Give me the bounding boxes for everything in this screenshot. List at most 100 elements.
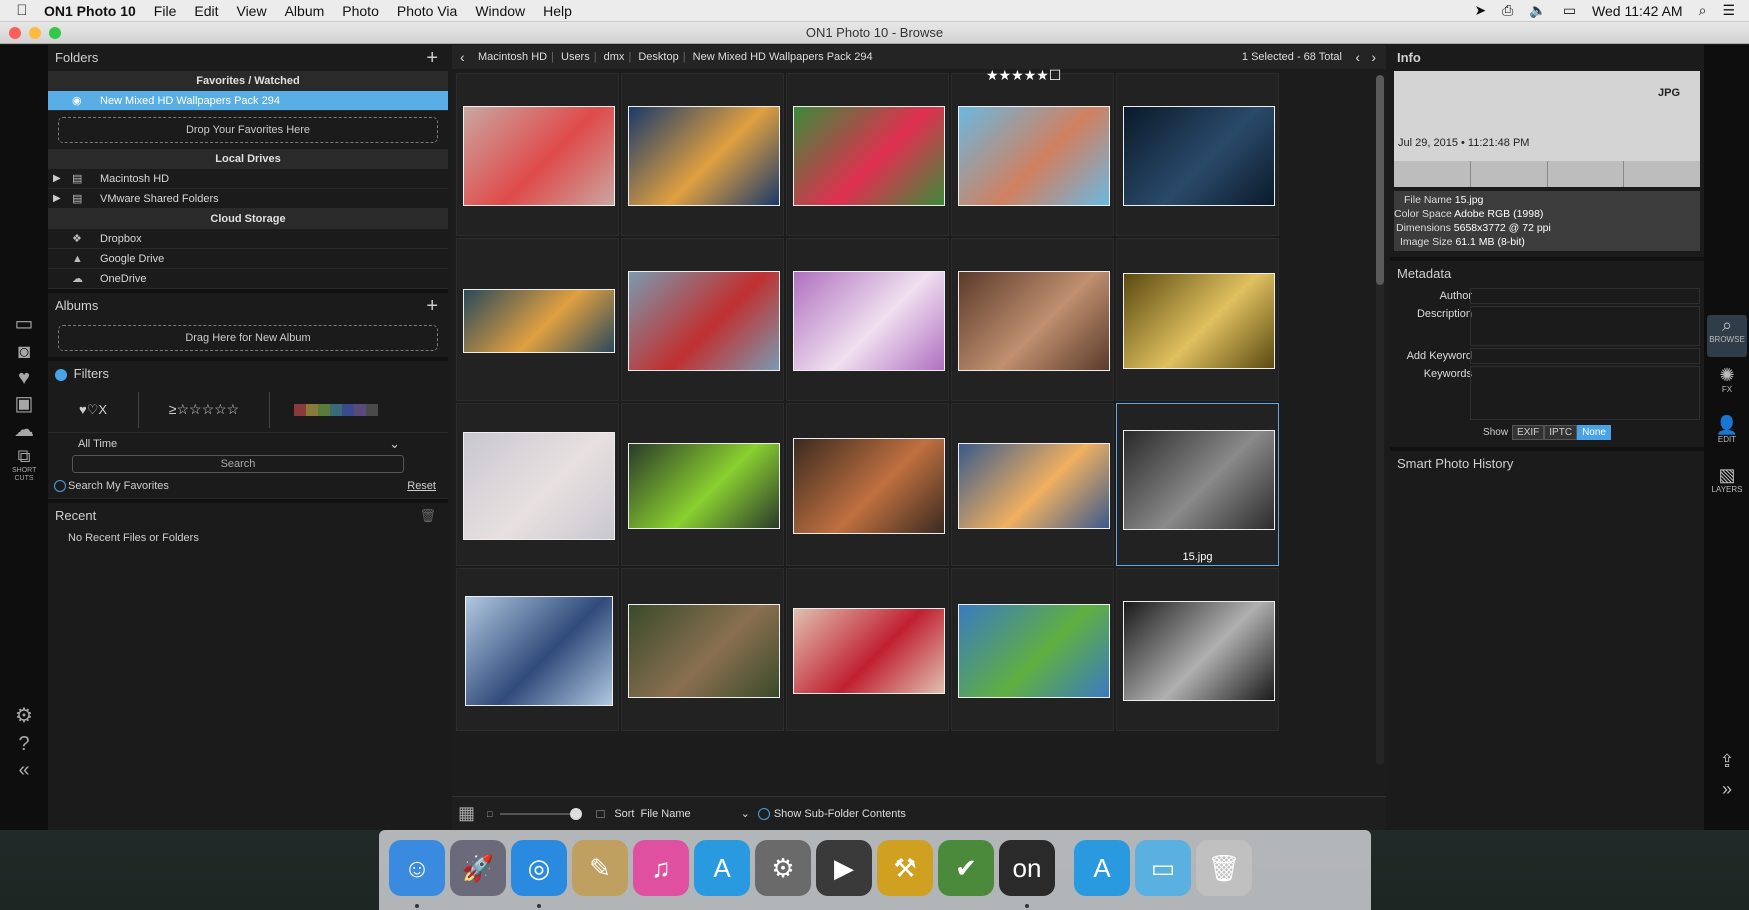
cloud-item[interactable]: ☁ OneDrive [48, 269, 448, 289]
thumbnail-cell[interactable] [621, 73, 784, 236]
reset-link[interactable]: Reset [407, 473, 436, 499]
thumbnail-image[interactable] [792, 270, 945, 371]
browse-tool[interactable]: ⌕ BROWSE [1707, 315, 1747, 357]
breadcrumb-item[interactable]: Desktop [638, 51, 678, 63]
thumbnail-image[interactable] [627, 270, 780, 371]
thumbnail-cell[interactable] [621, 568, 784, 731]
apple-icon[interactable]:  [0, 2, 44, 19]
add-album-button[interactable]: + [426, 293, 438, 319]
close-button[interactable] [9, 27, 21, 39]
tab-exif[interactable]: EXIF [1512, 424, 1545, 440]
drive-item[interactable]: ▶ ▤ VMware Shared Folders [48, 189, 448, 209]
dock-finder-icon[interactable]: ☺ [389, 840, 445, 896]
author-field[interactable] [1470, 288, 1700, 304]
subfolder-radio[interactable] [757, 807, 770, 820]
breadcrumb-item[interactable]: New Mixed HD Wallpapers Pack 294 [693, 51, 873, 63]
thumbnail-size-slider[interactable] [500, 807, 583, 820]
dock-launchpad-icon[interactable]: 🚀 [450, 840, 506, 896]
menu-photo-via[interactable]: Photo Via [397, 3, 457, 19]
thumbnail-image[interactable] [627, 603, 780, 698]
breadcrumb-item[interactable]: Macintosh HD [478, 51, 547, 63]
thumbnail-image[interactable] [1122, 600, 1275, 701]
search-favorites-radio[interactable] [54, 480, 66, 492]
new-album-drop-zone[interactable]: Drag Here for New Album [58, 325, 438, 351]
volume-icon[interactable]: 🔈 [1529, 2, 1546, 19]
thumbnail-cell[interactable] [951, 403, 1114, 566]
vertical-scrollbar[interactable] [1376, 75, 1384, 765]
chevron-down-icon[interactable]: ⌄ [741, 807, 750, 820]
color-swatch[interactable] [366, 403, 378, 416]
rating-filter[interactable]: ≥☆☆☆☆☆ [139, 401, 269, 418]
menu-photo[interactable]: Photo [342, 3, 379, 19]
dock-camera-icon[interactable]: ▶ [816, 840, 872, 896]
sort-select[interactable]: File Name [641, 808, 691, 820]
thumbnail-image[interactable] [792, 105, 945, 206]
list-icon[interactable]: ☰ [1722, 2, 1735, 19]
printer-icon[interactable]: ⎙ [1502, 2, 1513, 19]
tab-none[interactable]: None [1577, 424, 1611, 440]
monitor-icon[interactable]: ▭ [12, 313, 36, 335]
add-keyword-field[interactable] [1470, 348, 1700, 364]
dock-preview-icon[interactable]: ✎ [572, 840, 628, 896]
thumbnail-image[interactable] [1122, 105, 1275, 206]
thumbnail-image[interactable] [464, 595, 613, 706]
minimize-button[interactable] [29, 27, 41, 39]
thumbnail-cell[interactable] [456, 568, 619, 731]
flag-filter[interactable]: ♥♡X [48, 402, 138, 418]
thumbnail-cell[interactable] [951, 568, 1114, 731]
menu-view[interactable]: View [236, 3, 266, 19]
trash-icon[interactable]: 🗑 [419, 503, 436, 529]
menu-edit[interactable]: Edit [194, 3, 218, 19]
thumbnail-cell[interactable] [456, 73, 619, 236]
disclosure-icon[interactable]: ▶ [53, 189, 61, 209]
scrollbar-thumb[interactable] [1376, 75, 1384, 285]
layers-tool[interactable]: ▧ LAYERS [1707, 465, 1747, 507]
display-icon[interactable]: ▭ [1563, 2, 1576, 19]
color-swatch[interactable] [354, 403, 366, 416]
thumbnail-image[interactable] [462, 288, 615, 353]
menu-help[interactable]: Help [543, 3, 572, 19]
collapse-left-icon[interactable]: « [12, 759, 36, 781]
dock-app-store-2-icon[interactable]: A [1074, 840, 1130, 896]
drop-favorites-zone[interactable]: Drop Your Favorites Here [58, 117, 438, 143]
thumbnail-cell[interactable] [951, 73, 1114, 236]
thumbnail-image[interactable] [1122, 272, 1275, 369]
export-icon[interactable]: ⇪ [1707, 751, 1747, 775]
thumbnail-cell[interactable] [786, 403, 949, 566]
thumbnail-cell[interactable] [1116, 568, 1279, 731]
color-swatch[interactable] [318, 403, 330, 416]
dock-itunes-icon[interactable]: ♫ [633, 840, 689, 896]
thumbnail-cell-selected[interactable]: 15.jpg [1116, 403, 1279, 566]
dock-on1-photo-icon[interactable]: on [999, 840, 1055, 896]
rating-stars[interactable]: ★★★★★☐ [986, 69, 1061, 84]
expand-right-icon[interactable]: » [1707, 779, 1747, 803]
menu-album[interactable]: Album [285, 3, 325, 19]
thumbnail-cell[interactable] [1116, 238, 1279, 401]
large-thumb-icon[interactable]: □ [596, 806, 604, 821]
thumbnail-cell[interactable] [951, 238, 1114, 401]
keywords-field[interactable] [1470, 366, 1700, 420]
color-filter[interactable] [294, 403, 378, 416]
menu-app-name[interactable]: ON1 Photo 10 [44, 3, 136, 19]
zoom-button[interactable] [49, 27, 61, 39]
dock-safari-icon[interactable]: ◎ [511, 840, 567, 896]
thumbnail-image[interactable] [792, 607, 945, 694]
thumbnail-image[interactable] [1122, 429, 1275, 530]
dock-folder-icon[interactable]: ▭ [1135, 840, 1191, 896]
thumbnail-image[interactable] [957, 442, 1110, 529]
filters-checkbox[interactable] [55, 368, 67, 381]
small-thumb-icon[interactable]: □ [487, 809, 492, 819]
search-input[interactable]: Search [72, 455, 404, 473]
thumbnail-image[interactable] [462, 105, 615, 206]
gear-icon[interactable]: ⚙ [12, 705, 36, 727]
next-icon[interactable]: › [1371, 45, 1376, 69]
add-folder-button[interactable]: + [426, 45, 438, 71]
dock-forklift-icon[interactable]: ⚒ [877, 840, 933, 896]
cloud-item[interactable]: ▲ Google Drive [48, 249, 448, 269]
cursor-icon[interactable]: ➤ [1474, 2, 1486, 19]
dock-task-list-icon[interactable]: ✔ [938, 840, 994, 896]
breadcrumb-item[interactable]: Users [561, 51, 590, 63]
description-field[interactable] [1470, 306, 1700, 346]
tab-iptc[interactable]: IPTC [1544, 424, 1578, 440]
camera-icon[interactable]: ◙ [12, 341, 36, 363]
